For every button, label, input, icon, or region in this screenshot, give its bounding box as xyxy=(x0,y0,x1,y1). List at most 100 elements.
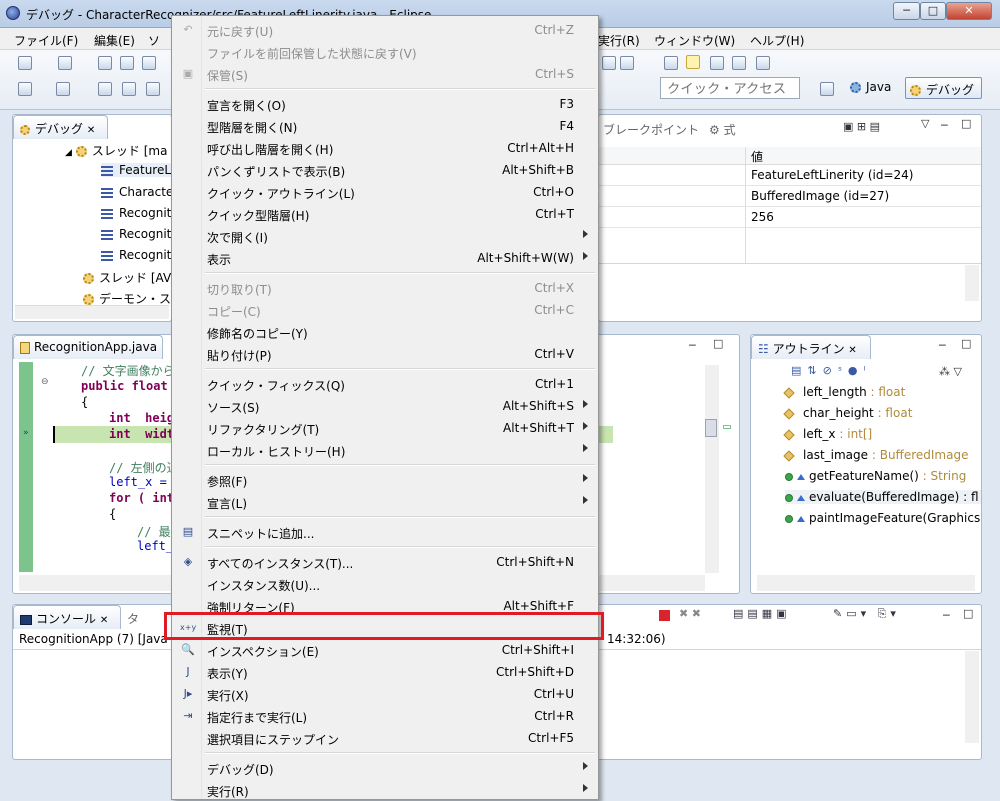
menu-item[interactable]: ↶ 元に戻す(U) Ctrl+Z xyxy=(174,19,596,41)
tree-item-frame[interactable]: Recognit xyxy=(101,206,171,220)
menu-item[interactable]: ローカル・ヒストリー(H) xyxy=(174,439,596,461)
menu-item[interactable]: ⇥ 指定行まで実行(L) Ctrl+R xyxy=(174,705,596,727)
outline-field[interactable]: left_x : int[] xyxy=(783,427,872,441)
code-line[interactable]: int widt xyxy=(109,427,174,441)
outline-field[interactable]: left_length : float xyxy=(783,385,905,399)
pin-console-icons[interactable]: ✎▭▾ ⎘▾ xyxy=(833,607,900,621)
code-line[interactable]: { xyxy=(109,507,116,521)
tab-console[interactable]: コンソール ✕ xyxy=(13,605,121,629)
horizontal-scrollbar[interactable] xyxy=(15,305,169,319)
menu-item[interactable]: 切り取り(T) Ctrl+X xyxy=(174,277,596,299)
menu-item[interactable]: ◈ すべてのインスタンス(T)... Ctrl+Shift+N xyxy=(174,551,596,573)
menu-file[interactable]: ファイル(F) xyxy=(14,32,78,49)
menu-item[interactable]: インスタンス数(U)... xyxy=(174,573,596,595)
print-icon[interactable] xyxy=(120,56,134,70)
menu-item[interactable]: クイック・アウトライン(L) Ctrl+O xyxy=(174,181,596,203)
next-annotation-icon[interactable] xyxy=(18,82,32,96)
menu-item[interactable]: リファクタリング(T) Alt+Shift+T xyxy=(174,417,596,439)
minimize-view-icon[interactable]: ─ xyxy=(939,339,946,352)
outline-method[interactable]: paintImageFeature(Graphics xyxy=(785,511,981,525)
tab-tasks[interactable]: タ xyxy=(127,610,139,627)
fold-icon[interactable]: ⊖ xyxy=(41,377,49,387)
menu-item[interactable]: 実行(R) xyxy=(174,779,596,801)
menu-item[interactable]: 次で開く(I) xyxy=(174,225,596,247)
menu-item[interactable]: 型階層を開く(N) F4 xyxy=(174,115,596,137)
menu-item[interactable]: 🔍 インスペクション(E) Ctrl+Shift+I xyxy=(174,639,596,661)
maximize-view-icon[interactable]: □ xyxy=(961,117,971,130)
prev-annotation-icon[interactable] xyxy=(56,82,70,96)
scrollbar-thumb[interactable] xyxy=(705,419,717,437)
code-line[interactable]: left_ xyxy=(137,539,173,553)
menu-item[interactable]: 宣言(L) xyxy=(174,491,596,513)
menu-item[interactable]: J▸ 実行(X) Ctrl+U xyxy=(174,683,596,705)
toggle-icon[interactable] xyxy=(710,56,724,70)
new-icon[interactable] xyxy=(18,56,32,70)
minimize-view-icon[interactable]: ─ xyxy=(941,119,948,132)
menu-item[interactable]: 表示 Alt+Shift+W(W) xyxy=(174,247,596,269)
tab-recognitionapp[interactable]: RecognitionApp.java xyxy=(13,335,163,359)
external-tools-icon[interactable] xyxy=(620,56,634,70)
menu-run[interactable]: 実行(R) xyxy=(598,32,640,49)
expand-triangle-icon[interactable]: ◢ xyxy=(65,148,72,158)
remove-launch-icon[interactable]: ✖ ✖ xyxy=(679,607,701,620)
variable-value[interactable]: BufferedImage (id=27) xyxy=(751,189,889,203)
run-last-icon[interactable] xyxy=(602,56,616,70)
outline-method[interactable]: evaluate(BufferedImage) : fl xyxy=(785,490,981,504)
maximize-editor-icon[interactable]: □ xyxy=(713,337,723,350)
maximize-button[interactable]: □ xyxy=(920,2,946,20)
vertical-scrollbar[interactable] xyxy=(705,365,719,573)
back-icon[interactable] xyxy=(98,82,112,96)
outline-field[interactable]: char_height : float xyxy=(783,406,912,420)
code-line[interactable]: left_x = xyxy=(109,475,167,489)
menu-item[interactable]: 修飾名のコピー(Y) xyxy=(174,321,596,343)
search-icon[interactable] xyxy=(142,56,156,70)
tab-expressions[interactable]: ⚙ 式 xyxy=(709,121,736,138)
outline-field[interactable]: last_image : BufferedImage xyxy=(783,448,968,462)
variable-value[interactable]: 256 xyxy=(751,210,774,224)
open-type-icon[interactable] xyxy=(664,56,678,70)
code-line[interactable]: int heig xyxy=(109,411,174,425)
menu-item[interactable]: コピー(C) Ctrl+C xyxy=(174,299,596,321)
tree-item-frame[interactable]: FeatureL xyxy=(101,163,172,177)
mark-occurrences-icon[interactable] xyxy=(686,55,700,69)
outline-toolbar-icons[interactable]: ▤⇅⊘ˢ●ˡ xyxy=(791,364,871,377)
code-line[interactable]: public float xyxy=(81,379,168,393)
tree-item-frame[interactable]: Characte xyxy=(101,185,173,199)
view-toolbar-icons[interactable]: ▣ ⊞ ▤ xyxy=(843,120,880,133)
minimize-view-icon[interactable]: ─ xyxy=(943,609,950,622)
close-tab-icon[interactable]: ✕ xyxy=(100,615,108,626)
menu-window[interactable]: ウィンドウ(W) xyxy=(654,32,735,49)
show-whitespace-icon[interactable] xyxy=(756,56,770,70)
tab-debug[interactable]: デバッグ ✕ xyxy=(13,115,108,139)
new-package-icon[interactable] xyxy=(58,56,72,70)
tree-item-frame[interactable]: Recognit xyxy=(101,227,171,241)
menu-item[interactable]: ▣ 保管(S) Ctrl+S xyxy=(174,63,596,85)
menu-item[interactable]: パンくずリストで表示(B) Alt+Shift+B xyxy=(174,159,596,181)
menu-item[interactable]: 貼り付け(P) Ctrl+V xyxy=(174,343,596,365)
horizontal-scrollbar[interactable] xyxy=(757,575,975,591)
menu-source[interactable]: ソ xyxy=(148,32,160,49)
outline-menu-icon[interactable]: ⁂ ▽ xyxy=(939,365,962,378)
perspective-debug-button[interactable]: デバッグ xyxy=(905,77,982,99)
menu-item[interactable]: 宣言を開く(O) F3 xyxy=(174,93,596,115)
menu-item[interactable]: クイック型階層(H) Ctrl+T xyxy=(174,203,596,225)
column-value-header[interactable]: 値 xyxy=(751,148,763,165)
tree-item-thread[interactable]: スレッド [AV xyxy=(83,269,171,286)
tree-item-frame[interactable]: Recognit xyxy=(101,248,171,262)
code-line[interactable]: { xyxy=(81,395,88,409)
close-button[interactable]: ✕ xyxy=(946,2,992,20)
tree-item-thread-main[interactable]: ◢ スレッド [ma xyxy=(65,142,167,159)
menu-item[interactable]: デバッグ(D) xyxy=(174,757,596,779)
close-tab-icon[interactable]: ✕ xyxy=(87,125,95,136)
code-line[interactable]: // 文字画像から xyxy=(81,362,175,379)
quick-access-input[interactable] xyxy=(660,77,800,99)
menu-help[interactable]: ヘルプ(H) xyxy=(750,32,804,49)
vertical-scrollbar[interactable] xyxy=(965,651,979,743)
menu-item[interactable]: ▤ スニペットに追加... xyxy=(174,521,596,543)
tab-outline[interactable]: ☷ アウトライン ✕ xyxy=(751,335,871,359)
minimize-editor-icon[interactable]: ─ xyxy=(689,339,696,352)
console-toolbar-icons[interactable]: ▤▤▦▣ xyxy=(733,607,791,620)
menu-item[interactable]: ソース(S) Alt+Shift+S xyxy=(174,395,596,417)
save-all-icon[interactable] xyxy=(98,56,112,70)
outline-method[interactable]: getFeatureName() : String xyxy=(785,469,966,483)
